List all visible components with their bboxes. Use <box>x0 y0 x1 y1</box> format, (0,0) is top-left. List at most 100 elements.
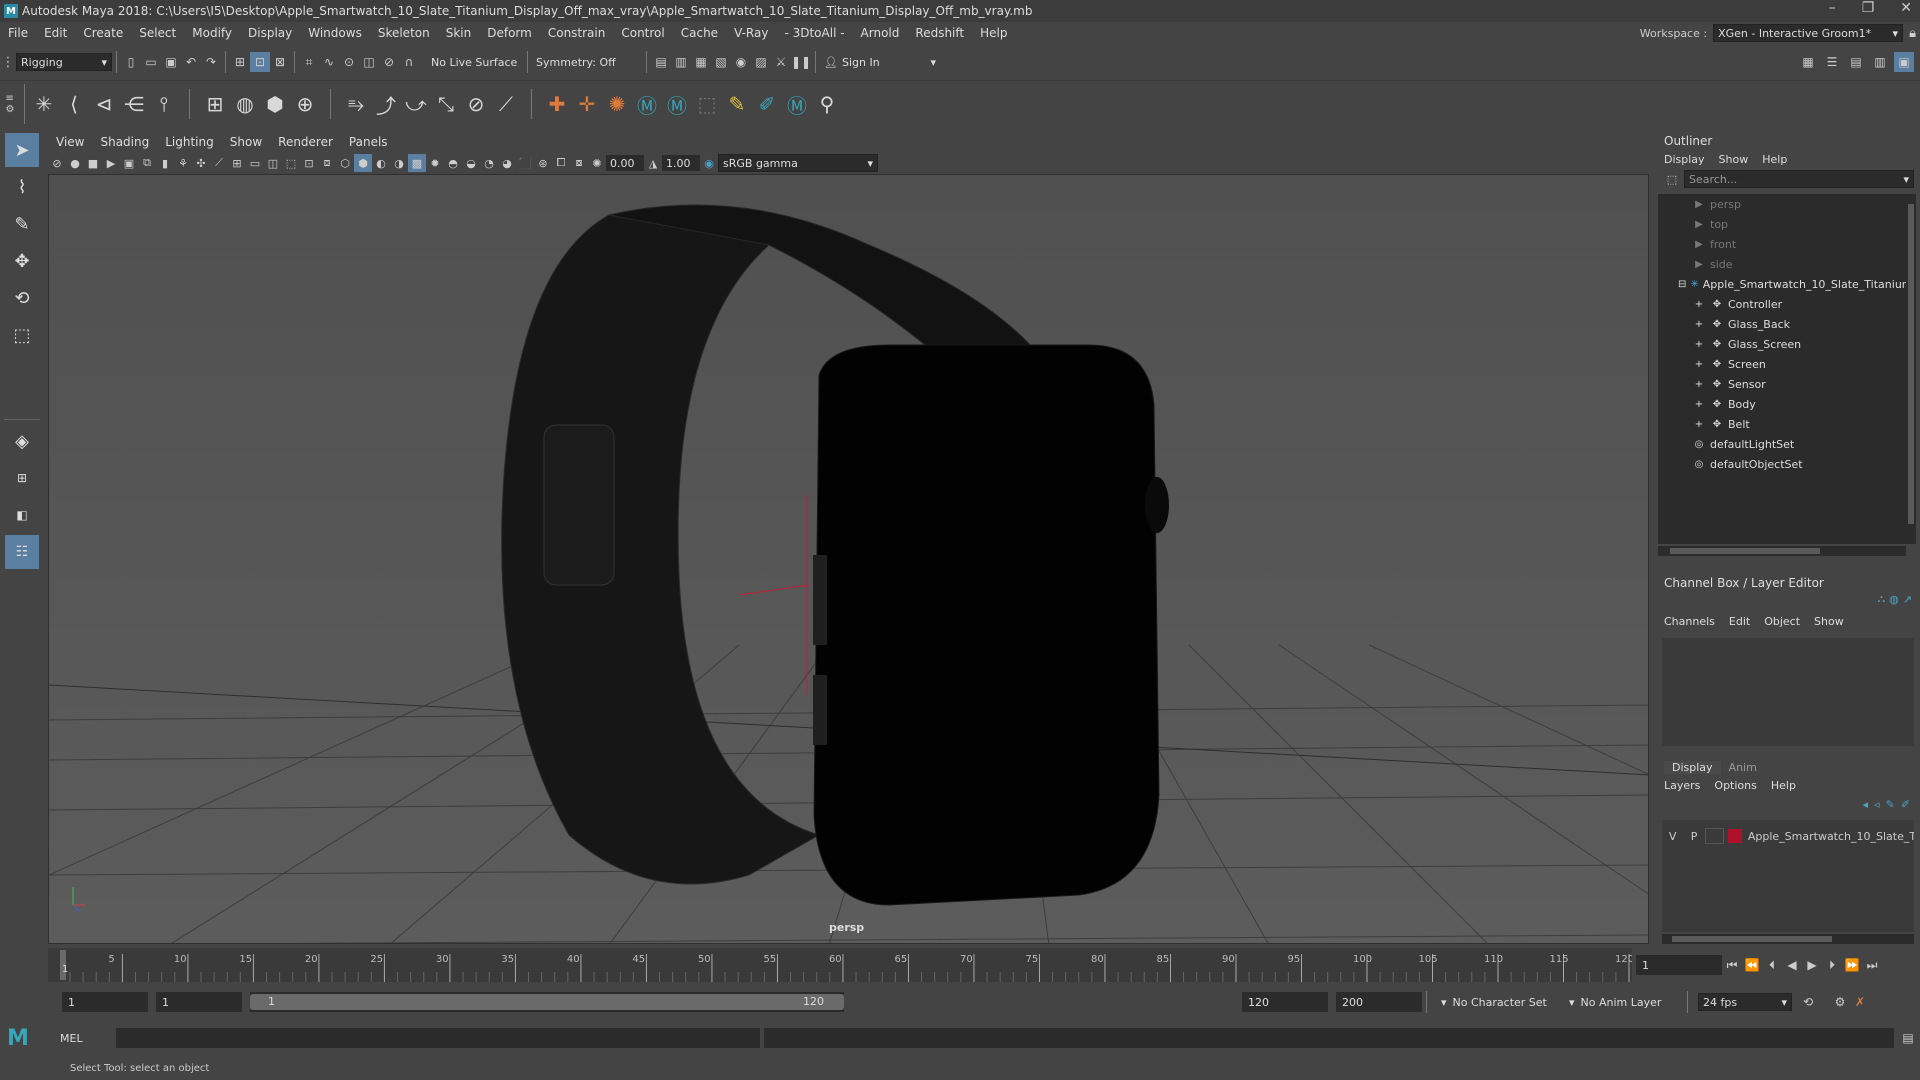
safe-action-icon[interactable]: ▭ <box>246 154 264 172</box>
menu-display[interactable]: Display <box>240 26 300 40</box>
menu-file[interactable]: File <box>0 26 36 40</box>
tab-anim[interactable]: Anim <box>1721 761 1765 774</box>
expand-icon[interactable]: + <box>1692 298 1706 310</box>
hik-control-rig-icon[interactable]: Ⓜ <box>662 89 692 119</box>
bind-skin-icon[interactable]: ⊞ <box>200 89 230 119</box>
viewport-scene[interactable] <box>49 175 1649 944</box>
viewport-menu-renderer[interactable]: Renderer <box>270 135 341 149</box>
scale-tool-icon[interactable]: ⬚ <box>5 318 39 352</box>
symmetry-dropdown[interactable]: Symmetry: Off <box>532 53 642 71</box>
time-slider[interactable]: 5 10 15 20 25 30 35 40 45 50 55 60 65 70 75 80 85 90 95 100… <box>48 948 1649 982</box>
animation-preferences-icon[interactable]: ✗ <box>1850 992 1870 1012</box>
layer-menu-options[interactable]: Options <box>1714 779 1756 792</box>
outliner-item-side[interactable]: ▶ side <box>1658 254 1906 274</box>
pause-icon[interactable]: ❚❚ <box>791 52 811 72</box>
outliner-item-default-light-set[interactable]: ◎ defaultLightSet <box>1658 434 1906 454</box>
script-language-toggle[interactable]: MEL <box>36 1032 96 1045</box>
paint-skin-icon[interactable]: ✐ <box>752 89 782 119</box>
menu-constrain[interactable]: Constrain <box>540 26 614 40</box>
workspace-dropdown[interactable]: XGen - Interactive Groom1* ▾ <box>1713 24 1904 42</box>
render-view-icon[interactable]: ▤ <box>651 52 671 72</box>
layer-playback-toggle[interactable]: P <box>1683 830 1704 843</box>
outliner-search-field[interactable]: Search... ▾ <box>1684 170 1914 188</box>
gamma-icon[interactable]: ◮ <box>644 154 662 172</box>
play-forwards-icon[interactable]: ▶ <box>1802 955 1822 975</box>
menu-skin[interactable]: Skin <box>438 26 480 40</box>
channel-box-menu-channels[interactable]: Channels <box>1664 615 1715 628</box>
channel-box-menu-show[interactable]: Show <box>1814 615 1844 628</box>
isolate-select-icon[interactable]: ⬛ <box>516 154 534 172</box>
step-forward-key-icon[interactable]: ⏩ <box>1842 955 1862 975</box>
expand-icon[interactable]: + <box>1692 418 1706 430</box>
character-controls-icon[interactable]: ☰ <box>1822 52 1842 72</box>
fps-dropdown[interactable]: 24 fps ▾ <box>1698 993 1792 1011</box>
menu-deform[interactable]: Deform <box>479 26 540 40</box>
go-to-end-icon[interactable]: ⏭ <box>1862 955 1882 975</box>
lock-camera-icon[interactable]: ⚘ <box>174 154 192 172</box>
shelf-pin-icon[interactable]: ⚲ <box>812 89 842 119</box>
render-settings-icon[interactable]: ▧ <box>711 52 731 72</box>
modeling-toolkit-icon[interactable]: ▦ <box>1798 52 1818 72</box>
layer-horizontal-scrollbar[interactable] <box>1662 934 1914 944</box>
menu-edit[interactable]: Edit <box>36 26 75 40</box>
range-slider-bar[interactable]: 1 120 <box>250 992 844 1012</box>
paint-weights-icon[interactable]: ◍ <box>230 89 260 119</box>
command-input[interactable] <box>116 1028 760 1048</box>
empty-shelf-slot-icon[interactable]: ⬚ <box>692 89 722 119</box>
menu-skeleton[interactable]: Skeleton <box>370 26 438 40</box>
channel-box-toggle-icon[interactable]: ▣ <box>1894 52 1914 72</box>
hik-character-icon[interactable]: Ⓜ <box>632 89 662 119</box>
expand-icon[interactable]: + <box>1692 338 1706 350</box>
lasso-tool-icon[interactable]: ⌇ <box>5 170 39 204</box>
shelf-menu-icon[interactable]: ≡ ⚙ <box>0 84 20 124</box>
multisample-aa-icon[interactable]: ◔ <box>480 154 498 172</box>
wireframe-on-shaded-icon[interactable]: ⬡ <box>336 154 354 172</box>
menu-set-dropdown[interactable]: Rigging ▾ <box>16 53 112 71</box>
tab-display[interactable]: Display <box>1664 760 1721 774</box>
playback-end-field[interactable]: 120 <box>1242 992 1328 1012</box>
select-component-icon[interactable]: ⊠ <box>270 52 290 72</box>
film-gate-icon[interactable]: ✣ <box>192 154 210 172</box>
color-management-icon[interactable]: ◉ <box>700 154 718 172</box>
render-current-frame-icon[interactable]: ▥ <box>671 52 691 72</box>
point-constraint-icon[interactable]: ✚ <box>542 89 572 119</box>
lattice-icon[interactable]: ⬢ <box>260 89 290 119</box>
soft-mod-icon[interactable]: ⊘ <box>461 89 491 119</box>
menu-windows[interactable]: Windows <box>300 26 370 40</box>
layer-list[interactable]: V P Apple_Smartwatch_10_Slate_Ti <box>1662 820 1914 932</box>
outliner-horizontal-scrollbar[interactable] <box>1658 546 1906 556</box>
field-chart-icon[interactable]: ⬚ <box>282 154 300 172</box>
select-hierarchy-icon[interactable]: ⊞ <box>230 52 250 72</box>
filter-icon[interactable]: ⬚ <box>1664 173 1680 186</box>
attribute-editor-icon[interactable]: ◍ <box>1889 592 1899 606</box>
maximize-button[interactable]: ❐ <box>1862 0 1875 22</box>
expand-icon[interactable]: + <box>1692 358 1706 370</box>
tool-settings-icon[interactable]: ▥ <box>1870 52 1890 72</box>
play-backwards-icon[interactable]: ◀ <box>1782 955 1802 975</box>
outliner-item-root[interactable]: ⊟ ✳ Apple_Smartwatch_10_Slate_Titanium <box>1658 274 1913 294</box>
exposure-field[interactable]: 0.00 <box>606 155 644 171</box>
grid-icon[interactable]: ⊞ <box>228 154 246 172</box>
select-object-icon[interactable]: ⊡ <box>250 52 270 72</box>
snap-point-icon[interactable]: ⊙ <box>339 52 359 72</box>
channel-box-menu-object[interactable]: Object <box>1764 615 1800 628</box>
grease-pencil-icon[interactable]: ▮ <box>156 154 174 172</box>
outliner-item-body[interactable]: + ✥ Body <box>1658 394 1906 414</box>
depth-of-field-icon[interactable]: ◕ <box>498 154 516 172</box>
character-set-dropdown[interactable]: ▾ No Character Set <box>1437 993 1565 1011</box>
menu-control[interactable]: Control <box>613 26 672 40</box>
outliner-item-persp[interactable]: ▶ persp <box>1658 194 1906 214</box>
loop-icon[interactable]: ⟲ <box>1798 992 1818 1012</box>
gate-mask-icon[interactable]: ⊡ <box>300 154 318 172</box>
gamma-field[interactable]: 1.00 <box>662 155 700 171</box>
four-view-layout-icon[interactable]: ⊞ <box>5 461 39 495</box>
viewport-menu-lighting[interactable]: Lighting <box>157 135 222 149</box>
sculpt-deformer-icon[interactable]: ⤡ <box>431 89 461 119</box>
viewport-menu-panels[interactable]: Panels <box>341 135 396 149</box>
open-scene-icon[interactable]: ▭ <box>141 52 161 72</box>
select-tool-icon[interactable]: ➤ <box>5 133 39 167</box>
scrollbar-thumb[interactable] <box>1670 548 1820 554</box>
xray-icon[interactable]: ⊛ <box>534 154 552 172</box>
hik-custom-rig-icon[interactable]: Ⓜ <box>782 89 812 119</box>
snap-live-icon[interactable]: ⊘ <box>379 52 399 72</box>
